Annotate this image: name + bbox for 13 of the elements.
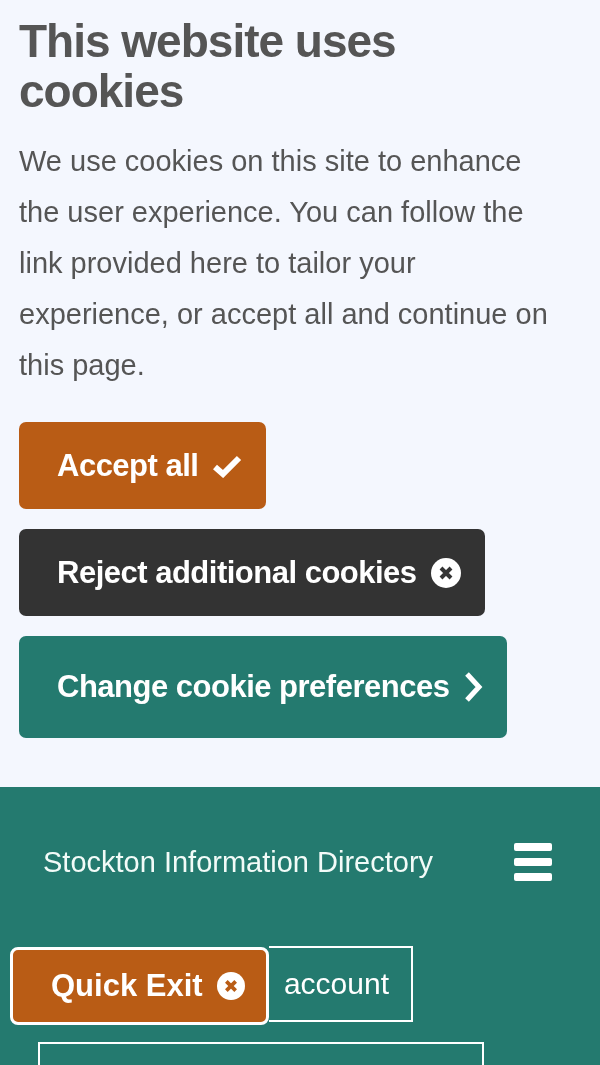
chevron-right-icon bbox=[463, 671, 484, 703]
banner-title: This website uses cookies bbox=[19, 16, 397, 116]
search-field[interactable] bbox=[38, 1042, 484, 1065]
banner-text: We use cookies on this site to enhance the user experience. You can follow the link provided here to tailor your experience, or accept all and continue on this page. bbox=[19, 144, 549, 383]
close-icon bbox=[216, 972, 245, 1000]
menu-icon[interactable] bbox=[514, 842, 552, 882]
quick-exit-button[interactable]: Quick Exit bbox=[10, 947, 269, 1025]
cookie-preferences-button[interactable]: Change cookie preferences bbox=[19, 636, 508, 738]
close-icon bbox=[430, 557, 461, 588]
site-name: Stockton Information Directory bbox=[43, 845, 434, 879]
accept-all-button[interactable]: Accept all bbox=[19, 422, 267, 509]
reject-cookies-button[interactable]: Reject additional cookies bbox=[19, 529, 485, 616]
checkmark-icon bbox=[212, 453, 243, 478]
